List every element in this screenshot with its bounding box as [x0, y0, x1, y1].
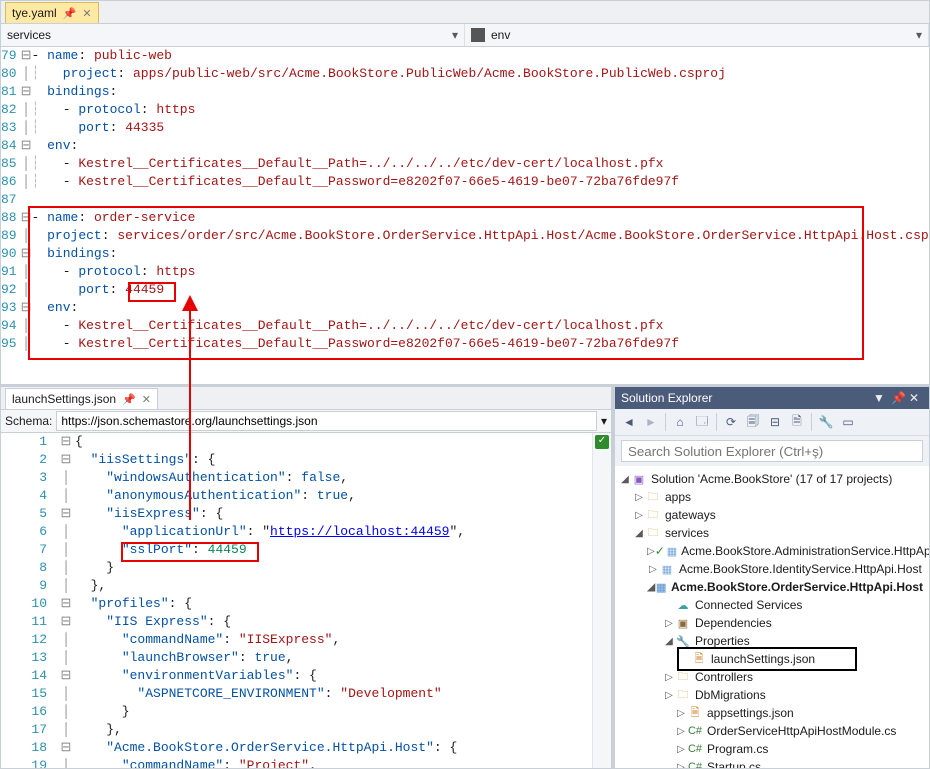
preview-button[interactable]: ▭: [838, 412, 858, 432]
close-icon[interactable]: ✕: [142, 393, 151, 406]
json-editor-pane: launchSettings.json 📌 ✕ Schema: ▾ 123456…: [1, 387, 614, 768]
yaml-crumb-left[interactable]: services ▾: [1, 24, 465, 46]
folder-controllers[interactable]: ▷🗀Controllers: [615, 668, 929, 686]
solution-explorer: Solution Explorer ▼ 📌 ✕ ◄ ► ⌂ 🗔 ⟳ 🗐 ⊟: [614, 387, 929, 768]
file-startup[interactable]: ▷C#Startup.cs: [615, 758, 929, 768]
pin-icon[interactable]: 📌: [891, 391, 905, 405]
tab-launchsettings[interactable]: launchSettings.json 📌 ✕: [5, 388, 158, 409]
solution-node[interactable]: ◢▣Solution 'Acme.BookStore' (17 of 17 pr…: [615, 470, 929, 488]
json-editor[interactable]: 123456789101112131415161718192021222324 …: [1, 433, 611, 768]
yaml-crumb-right[interactable]: env ▾: [465, 24, 929, 46]
node-connected[interactable]: ☁Connected Services: [615, 596, 929, 614]
project-identity[interactable]: ▷▦Acme.BookStore.IdentityService.HttpApi…: [615, 560, 929, 578]
fwd-button[interactable]: ►: [641, 412, 661, 432]
home-button[interactable]: ⌂: [670, 412, 690, 432]
chevron-down-icon[interactable]: ▾: [601, 414, 607, 428]
switch-view-button[interactable]: 🗔: [692, 412, 712, 432]
yaml-editor-pane: services ▾ env ▾ 798081828384858687 8889…: [1, 24, 929, 387]
folder-gateways[interactable]: ▷🗀gateways: [615, 506, 929, 524]
json-status-strip: ✓: [592, 433, 611, 768]
status-ok-icon: ✓: [595, 435, 609, 449]
solution-toolbar: ◄ ► ⌂ 🗔 ⟳ 🗐 ⊟ 🗎 🔧 ▭: [615, 409, 929, 436]
panel-title: Solution Explorer: [621, 391, 712, 405]
yaml-code[interactable]: - name: public-web┆ project: apps/public…: [32, 47, 930, 384]
chevron-down-icon: ▾: [452, 28, 458, 42]
schema-label: Schema:: [5, 414, 52, 428]
json-fold-col[interactable]: ⊟⊟││⊟││││⊟⊟││⊟│││⊟││││⊟│: [57, 433, 75, 768]
tab-label: tye.yaml: [12, 6, 57, 20]
node-props[interactable]: ◢🔧Properties: [615, 632, 929, 650]
solution-tree[interactable]: ◢▣Solution 'Acme.BookStore' (17 of 17 pr…: [615, 466, 929, 768]
file-module[interactable]: ▷C#OrderServiceHttpApiHostModule.cs: [615, 722, 929, 740]
project-admin[interactable]: ▷✓▦Acme.BookStore.AdministrationService.…: [615, 542, 929, 560]
yaml-fold-col[interactable]: ⊟│⊟││⊟││ ⊟│⊟││⊟││: [21, 47, 32, 384]
solution-search-input[interactable]: [621, 440, 923, 462]
folder-apps[interactable]: ▷🗀apps: [615, 488, 929, 506]
back-button[interactable]: ◄: [619, 412, 639, 432]
filter-button[interactable]: 🗐: [743, 412, 763, 432]
pin-icon[interactable]: 📌: [63, 7, 77, 20]
node-icon: [471, 28, 485, 42]
yaml-breadcrumb: services ▾ env ▾: [1, 24, 929, 47]
json-schema-row: Schema: ▾: [1, 410, 611, 433]
panel-title-bar[interactable]: Solution Explorer ▼ 📌 ✕: [615, 387, 929, 409]
pin-icon[interactable]: 📌: [122, 393, 136, 406]
project-order[interactable]: ◢▦Acme.BookStore.OrderService.HttpApi.Ho…: [615, 578, 929, 596]
json-gutter: 123456789101112131415161718192021222324: [1, 433, 51, 768]
file-program[interactable]: ▷C#Program.cs: [615, 740, 929, 758]
properties-button[interactable]: 🔧: [816, 412, 836, 432]
tab-tye-yaml[interactable]: tye.yaml 📌 ✕: [5, 2, 99, 23]
node-deps[interactable]: ▷▣Dependencies: [615, 614, 929, 632]
folder-dbm[interactable]: ▷🗀DbMigrations: [615, 686, 929, 704]
yaml-editor[interactable]: 798081828384858687 8889909192939495 ⊟│⊟│…: [1, 47, 929, 384]
yaml-gutter: 798081828384858687 8889909192939495: [1, 47, 21, 384]
tab-label: launchSettings.json: [12, 392, 116, 406]
yaml-tabstrip: tye.yaml 📌 ✕: [1, 1, 929, 24]
folder-services[interactable]: ◢🗀services: [615, 524, 929, 542]
dropdown-icon[interactable]: ▼: [873, 391, 887, 405]
sync-button[interactable]: ⟳: [721, 412, 741, 432]
close-icon[interactable]: ✕: [82, 7, 91, 20]
chevron-down-icon: ▾: [916, 28, 922, 42]
schema-input[interactable]: [56, 411, 597, 431]
json-code[interactable]: { "iisSettings": { "windowsAuthenticatio…: [75, 433, 592, 768]
json-tabstrip: launchSettings.json 📌 ✕: [1, 387, 611, 410]
show-all-button[interactable]: 🗎: [787, 412, 807, 432]
file-appsettings[interactable]: ▷🗎appsettings.json: [615, 704, 929, 722]
file-launchsettings[interactable]: 🗎launchSettings.json: [615, 650, 929, 668]
close-icon[interactable]: ✕: [909, 391, 923, 405]
collapse-button[interactable]: ⊟: [765, 412, 785, 432]
